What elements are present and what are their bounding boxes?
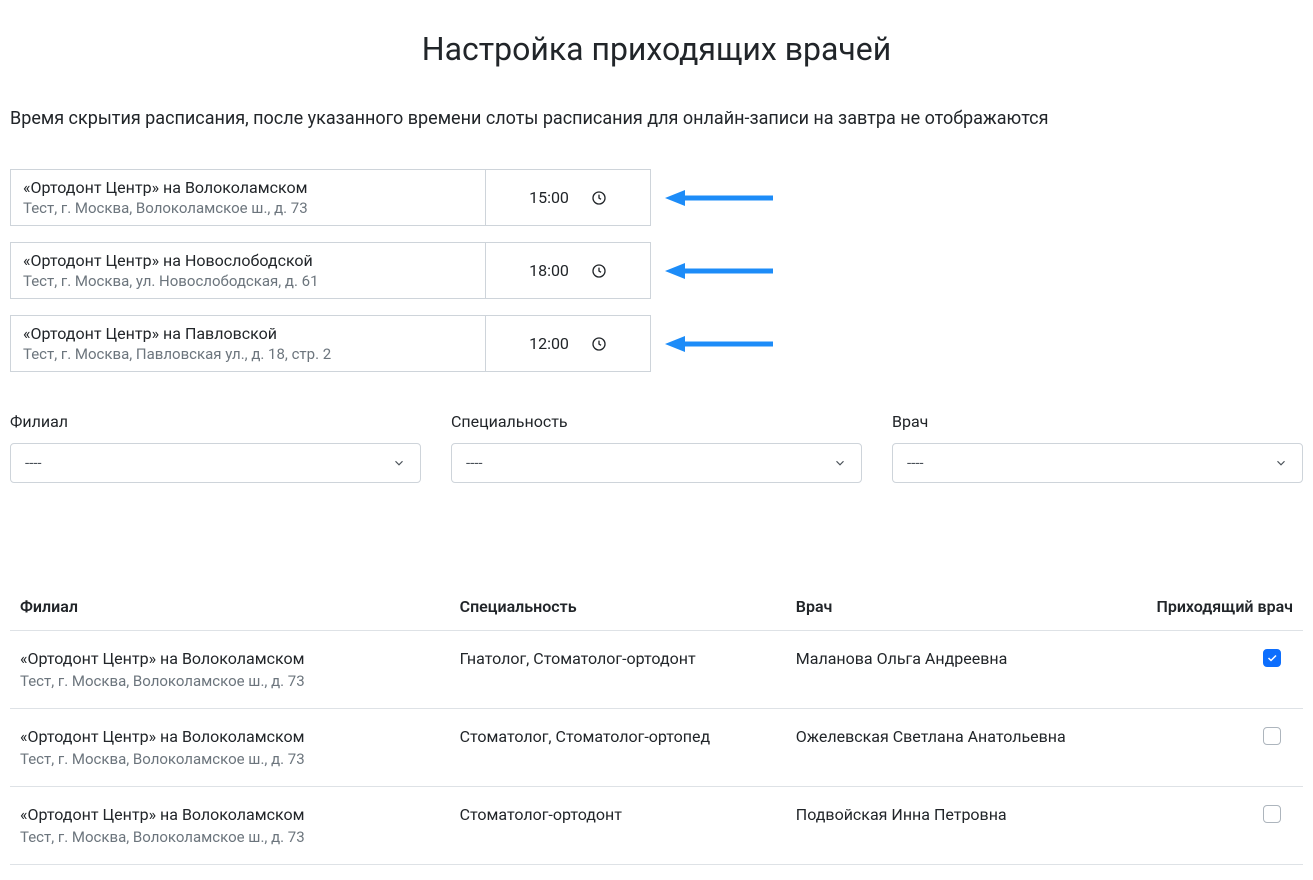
time-input[interactable]: 12:00 xyxy=(485,315,651,372)
filter-branch: Филиал ---- xyxy=(10,412,421,483)
branch-address: Тест, г. Москва, Волоколамское ш., д. 73 xyxy=(23,199,473,217)
branch-name: «Ортодонт Центр» на Павловской xyxy=(23,324,473,343)
branch-time-row: «Ортодонт Центр» на Павловской Тест, г. … xyxy=(10,315,1303,372)
filter-branch-select[interactable]: ---- xyxy=(10,443,421,483)
cell-visiting xyxy=(1135,709,1303,787)
select-value: ---- xyxy=(907,454,1274,472)
time-input[interactable]: 15:00 xyxy=(485,169,651,226)
arrow-left-icon xyxy=(665,188,775,208)
chevron-down-icon xyxy=(833,456,847,470)
cell-branch-address: Тест, г. Москва, Волоколамское ш., д. 73 xyxy=(20,750,440,768)
cell-branch-name: «Ортодонт Центр» на Волоколамском xyxy=(20,649,440,668)
cell-doctor: Подвойская Инна Петровна xyxy=(786,787,1135,865)
cell-visiting xyxy=(1135,631,1303,709)
visiting-checkbox[interactable] xyxy=(1263,805,1281,823)
time-value: 18:00 xyxy=(529,261,569,280)
cell-branch-name: «Ортодонт Центр» на Волоколамском xyxy=(20,727,440,746)
filter-doctor: Врач ---- xyxy=(892,412,1303,483)
cell-branch: «Ортодонт Центр» на Волоколамском Тест, г… xyxy=(10,787,450,865)
filter-doctor-select[interactable]: ---- xyxy=(892,443,1303,483)
cell-branch-name: «Ортодонт Центр» на Волоколамском xyxy=(20,805,440,824)
arrow-left-icon xyxy=(665,261,775,281)
table-row: «Ортодонт Центр» на Волоколамском Тест, г… xyxy=(10,709,1303,787)
cell-branch-address: Тест, г. Москва, Волоколамское ш., д. 73 xyxy=(20,672,440,690)
table-row: «Ортодонт Центр» на Волоколамском Тест, г… xyxy=(10,631,1303,709)
clock-icon xyxy=(591,263,607,279)
chevron-down-icon xyxy=(392,456,406,470)
branch-time-row: «Ортодонт Центр» на Волоколамском Тест, … xyxy=(10,169,1303,226)
arrow-left-icon xyxy=(665,334,775,354)
select-value: ---- xyxy=(25,454,392,472)
select-value: ---- xyxy=(466,454,833,472)
cell-visiting xyxy=(1135,787,1303,865)
branch-address: Тест, г. Москва, ул. Новослободская, д. … xyxy=(23,272,473,290)
page-title: Настройка приходящих врачей xyxy=(10,30,1303,68)
cell-branch: «Ортодонт Центр» на Волоколамском Тест, г… xyxy=(10,709,450,787)
arrow-annotation xyxy=(665,169,775,226)
branch-address: Тест, г. Москва, Павловская ул., д. 18, … xyxy=(23,345,473,363)
arrow-annotation xyxy=(665,242,775,299)
cell-specialty: Гнатолог, Стоматолог-ортодонт xyxy=(450,631,786,709)
clock-icon xyxy=(591,336,607,352)
branch-name: «Ортодонт Центр» на Волоколамском xyxy=(23,178,473,197)
arrow-annotation xyxy=(665,315,775,372)
time-input[interactable]: 18:00 xyxy=(485,242,651,299)
cell-branch: «Ортодонт Центр» на Волоколамском Тест, г… xyxy=(10,631,450,709)
filter-doctor-label: Врач xyxy=(892,412,1303,431)
time-value: 12:00 xyxy=(529,334,569,353)
branch-info: «Ортодонт Центр» на Новослободской Тест,… xyxy=(10,242,485,299)
visiting-checkbox[interactable] xyxy=(1263,727,1281,745)
table-header-doctor: Врач xyxy=(786,583,1135,631)
filters-row: Филиал ---- Специальность ---- Врач ---- xyxy=(10,412,1303,483)
chevron-down-icon xyxy=(1274,456,1288,470)
cell-branch-address: Тест, г. Москва, Волоколамское ш., д. 73 xyxy=(20,828,440,846)
table-header-branch: Филиал xyxy=(10,583,450,631)
cell-doctor: Ожелевская Светлана Анатольевна xyxy=(786,709,1135,787)
visiting-checkbox[interactable] xyxy=(1263,649,1281,667)
branch-time-list: «Ортодонт Центр» на Волоколамском Тест, … xyxy=(10,169,1303,372)
filter-specialty: Специальность ---- xyxy=(451,412,862,483)
table-row: «Ортодонт Центр» на Волоколамском Тест, г… xyxy=(10,787,1303,865)
time-value: 15:00 xyxy=(529,188,569,207)
table-header-specialty: Специальность xyxy=(450,583,786,631)
branch-info: «Ортодонт Центр» на Павловской Тест, г. … xyxy=(10,315,485,372)
filter-specialty-select[interactable]: ---- xyxy=(451,443,862,483)
cell-specialty: Стоматолог, Стоматолог-ортопед xyxy=(450,709,786,787)
clock-icon xyxy=(591,190,607,206)
filter-branch-label: Филиал xyxy=(10,412,421,431)
branch-time-row: «Ортодонт Центр» на Новослободской Тест,… xyxy=(10,242,1303,299)
branch-info: «Ортодонт Центр» на Волоколамском Тест, … xyxy=(10,169,485,226)
cell-doctor: Маланова Ольга Андреевна xyxy=(786,631,1135,709)
table-header-visiting: Приходящий врач xyxy=(1135,583,1303,631)
doctors-table: Филиал Специальность Врач Приходящий вра… xyxy=(10,583,1303,865)
branch-name: «Ортодонт Центр» на Новослободской xyxy=(23,251,473,270)
schedule-hide-description: Время скрытия расписания, после указанно… xyxy=(10,108,1303,129)
cell-specialty: Стоматолог-ортодонт xyxy=(450,787,786,865)
filter-specialty-label: Специальность xyxy=(451,412,862,431)
